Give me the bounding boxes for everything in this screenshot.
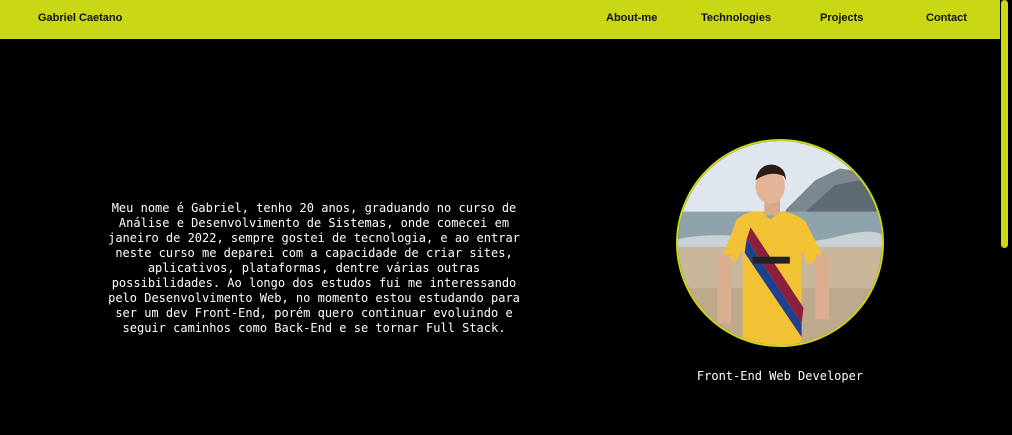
nav-link-technologies[interactable]: Technologies — [701, 12, 771, 24]
scrollbar-thumb[interactable] — [1001, 0, 1008, 248]
nav-link-about-me[interactable]: About-me — [606, 12, 657, 24]
nav-link-projects[interactable]: Projects — [820, 12, 863, 24]
profile-photo — [678, 141, 882, 345]
role-title: Front-End Web Developer — [696, 369, 864, 383]
page-scrollbar[interactable] — [1000, 0, 1012, 435]
top-navbar: Gabriel Caetano About-me Technologies Pr… — [0, 0, 1000, 39]
profile-avatar — [676, 139, 884, 347]
about-me-paragraph: Meu nome é Gabriel, tenho 20 anos, gradu… — [108, 201, 520, 335]
brand-name[interactable]: Gabriel Caetano — [38, 12, 122, 24]
nav-link-contact[interactable]: Contact — [926, 12, 967, 24]
